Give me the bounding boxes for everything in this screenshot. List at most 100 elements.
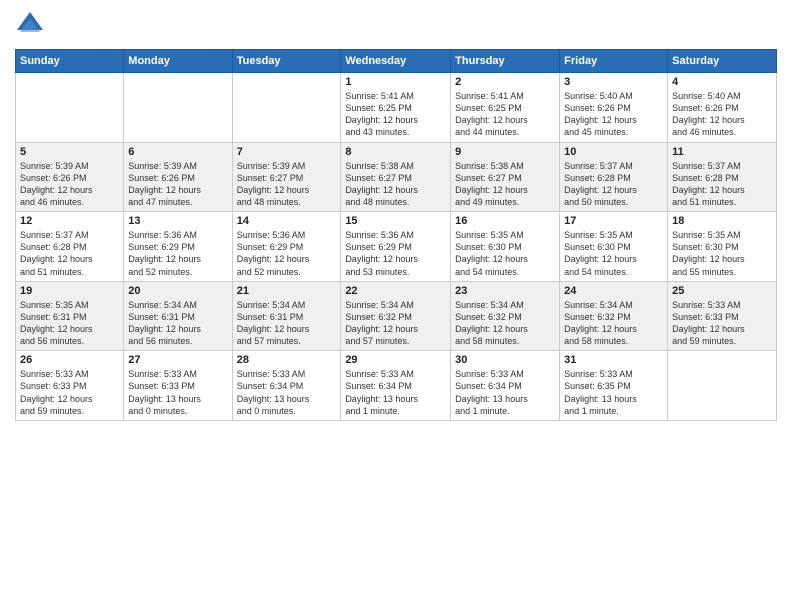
- day-info: Sunrise: 5:33 AM Sunset: 6:33 PM Dayligh…: [128, 368, 227, 417]
- day-info: Sunrise: 5:35 AM Sunset: 6:31 PM Dayligh…: [20, 299, 119, 348]
- day-info: Sunrise: 5:35 AM Sunset: 6:30 PM Dayligh…: [564, 229, 663, 278]
- day-number: 13: [128, 215, 227, 227]
- calendar-cell: 9Sunrise: 5:38 AM Sunset: 6:27 PM Daylig…: [451, 142, 560, 212]
- day-info: Sunrise: 5:34 AM Sunset: 6:32 PM Dayligh…: [455, 299, 555, 348]
- day-number: 8: [345, 146, 446, 158]
- day-number: 4: [672, 76, 772, 88]
- day-info: Sunrise: 5:38 AM Sunset: 6:27 PM Dayligh…: [345, 160, 446, 209]
- logo-icon: [15, 10, 45, 40]
- calendar-cell: 28Sunrise: 5:33 AM Sunset: 6:34 PM Dayli…: [232, 351, 341, 421]
- day-number: 31: [564, 354, 663, 366]
- day-number: 28: [237, 354, 337, 366]
- day-number: 6: [128, 146, 227, 158]
- day-info: Sunrise: 5:37 AM Sunset: 6:28 PM Dayligh…: [672, 160, 772, 209]
- day-info: Sunrise: 5:39 AM Sunset: 6:26 PM Dayligh…: [20, 160, 119, 209]
- page-container: SundayMondayTuesdayWednesdayThursdayFrid…: [0, 0, 792, 431]
- day-of-week-header: Thursday: [451, 50, 560, 73]
- calendar-week-row: 1 Sunrise: 5:41 AM Sunset: 6:25 PM Daylig…: [16, 73, 777, 143]
- day-info: Sunrise: 5:33 AM Sunset: 6:34 PM Dayligh…: [455, 368, 555, 417]
- day-number: 20: [128, 285, 227, 297]
- day-number: 1: [345, 76, 446, 88]
- day-number: 2: [455, 76, 555, 88]
- day-of-week-header: Saturday: [668, 50, 777, 73]
- day-number: 21: [237, 285, 337, 297]
- calendar-cell: 16 Sunrise: 5:35 AM Sunset: 6:30 PM Dayli…: [451, 212, 560, 282]
- day-number: 3: [564, 76, 663, 88]
- day-number: 27: [128, 354, 227, 366]
- calendar-cell: 1 Sunrise: 5:41 AM Sunset: 6:25 PM Daylig…: [341, 73, 451, 143]
- day-number: 30: [455, 354, 555, 366]
- day-number: 7: [237, 146, 337, 158]
- day-number: 5: [20, 146, 119, 158]
- header: [15, 10, 777, 45]
- day-info: Sunrise: 5:33 AM Sunset: 6:35 PM Dayligh…: [564, 368, 663, 417]
- calendar-cell: 7 Sunrise: 5:39 AM Sunset: 6:27 PM Daylig…: [232, 142, 341, 212]
- calendar-cell: 25Sunrise: 5:33 AM Sunset: 6:33 PM Dayli…: [668, 281, 777, 351]
- calendar: SundayMondayTuesdayWednesdayThursdayFrid…: [15, 49, 777, 421]
- calendar-cell: 27 Sunrise: 5:33 AM Sunset: 6:33 PM Dayli…: [124, 351, 232, 421]
- calendar-cell: 3 Sunrise: 5:40 AM Sunset: 6:26 PM Daylig…: [560, 73, 668, 143]
- day-of-week-header: Monday: [124, 50, 232, 73]
- day-of-week-header: Friday: [560, 50, 668, 73]
- calendar-body: 1 Sunrise: 5:41 AM Sunset: 6:25 PM Daylig…: [16, 73, 777, 421]
- day-info: Sunrise: 5:37 AM Sunset: 6:28 PM Dayligh…: [20, 229, 119, 278]
- day-info: Sunrise: 5:34 AM Sunset: 6:32 PM Dayligh…: [564, 299, 663, 348]
- day-info: Sunrise: 5:41 AM Sunset: 6:25 PM Dayligh…: [345, 90, 446, 139]
- day-info: Sunrise: 5:33 AM Sunset: 6:34 PM Dayligh…: [345, 368, 446, 417]
- day-info: Sunrise: 5:35 AM Sunset: 6:30 PM Dayligh…: [672, 229, 772, 278]
- day-of-week-header: Tuesday: [232, 50, 341, 73]
- calendar-cell: 17Sunrise: 5:35 AM Sunset: 6:30 PM Dayli…: [560, 212, 668, 282]
- day-number: 24: [564, 285, 663, 297]
- day-info: Sunrise: 5:36 AM Sunset: 6:29 PM Dayligh…: [237, 229, 337, 278]
- day-number: 19: [20, 285, 119, 297]
- calendar-cell: 15 Sunrise: 5:36 AM Sunset: 6:29 PM Dayli…: [341, 212, 451, 282]
- day-number: 26: [20, 354, 119, 366]
- calendar-cell: 22 Sunrise: 5:34 AM Sunset: 6:32 PM Dayli…: [341, 281, 451, 351]
- calendar-header-row: SundayMondayTuesdayWednesdayThursdayFrid…: [16, 50, 777, 73]
- day-info: Sunrise: 5:35 AM Sunset: 6:30 PM Dayligh…: [455, 229, 555, 278]
- day-info: Sunrise: 5:33 AM Sunset: 6:33 PM Dayligh…: [20, 368, 119, 417]
- calendar-cell: [124, 73, 232, 143]
- calendar-week-row: 26 Sunrise: 5:33 AM Sunset: 6:33 PM Dayli…: [16, 351, 777, 421]
- calendar-cell: 11Sunrise: 5:37 AM Sunset: 6:28 PM Dayli…: [668, 142, 777, 212]
- calendar-cell: 31 Sunrise: 5:33 AM Sunset: 6:35 PM Dayli…: [560, 351, 668, 421]
- calendar-cell: 8 Sunrise: 5:38 AM Sunset: 6:27 PM Daylig…: [341, 142, 451, 212]
- day-info: Sunrise: 5:36 AM Sunset: 6:29 PM Dayligh…: [345, 229, 446, 278]
- calendar-cell: [16, 73, 124, 143]
- calendar-cell: [668, 351, 777, 421]
- day-number: 9: [455, 146, 555, 158]
- day-info: Sunrise: 5:40 AM Sunset: 6:26 PM Dayligh…: [672, 90, 772, 139]
- day-info: Sunrise: 5:33 AM Sunset: 6:33 PM Dayligh…: [672, 299, 772, 348]
- day-of-week-header: Wednesday: [341, 50, 451, 73]
- day-number: 12: [20, 215, 119, 227]
- calendar-cell: 2 Sunrise: 5:41 AM Sunset: 6:25 PM Daylig…: [451, 73, 560, 143]
- calendar-cell: 10Sunrise: 5:37 AM Sunset: 6:28 PM Dayli…: [560, 142, 668, 212]
- calendar-cell: 12 Sunrise: 5:37 AM Sunset: 6:28 PM Dayli…: [16, 212, 124, 282]
- day-info: Sunrise: 5:39 AM Sunset: 6:26 PM Dayligh…: [128, 160, 227, 209]
- calendar-cell: 29 Sunrise: 5:33 AM Sunset: 6:34 PM Dayli…: [341, 351, 451, 421]
- day-number: 16: [455, 215, 555, 227]
- calendar-cell: 4 Sunrise: 5:40 AM Sunset: 6:26 PM Daylig…: [668, 73, 777, 143]
- calendar-week-row: 5 Sunrise: 5:39 AM Sunset: 6:26 PM Daylig…: [16, 142, 777, 212]
- calendar-week-row: 12 Sunrise: 5:37 AM Sunset: 6:28 PM Dayli…: [16, 212, 777, 282]
- day-info: Sunrise: 5:36 AM Sunset: 6:29 PM Dayligh…: [128, 229, 227, 278]
- day-of-week-header: Sunday: [16, 50, 124, 73]
- calendar-cell: 18Sunrise: 5:35 AM Sunset: 6:30 PM Dayli…: [668, 212, 777, 282]
- day-number: 29: [345, 354, 446, 366]
- calendar-cell: 5 Sunrise: 5:39 AM Sunset: 6:26 PM Daylig…: [16, 142, 124, 212]
- day-number: 22: [345, 285, 446, 297]
- day-number: 14: [237, 215, 337, 227]
- day-number: 23: [455, 285, 555, 297]
- day-info: Sunrise: 5:40 AM Sunset: 6:26 PM Dayligh…: [564, 90, 663, 139]
- day-info: Sunrise: 5:34 AM Sunset: 6:32 PM Dayligh…: [345, 299, 446, 348]
- calendar-cell: 6 Sunrise: 5:39 AM Sunset: 6:26 PM Daylig…: [124, 142, 232, 212]
- calendar-week-row: 19 Sunrise: 5:35 AM Sunset: 6:31 PM Dayli…: [16, 281, 777, 351]
- calendar-cell: 24 Sunrise: 5:34 AM Sunset: 6:32 PM Dayli…: [560, 281, 668, 351]
- day-number: 15: [345, 215, 446, 227]
- calendar-cell: 20Sunrise: 5:34 AM Sunset: 6:31 PM Dayli…: [124, 281, 232, 351]
- calendar-cell: 26 Sunrise: 5:33 AM Sunset: 6:33 PM Dayli…: [16, 351, 124, 421]
- logo: [15, 10, 49, 45]
- day-info: Sunrise: 5:37 AM Sunset: 6:28 PM Dayligh…: [564, 160, 663, 209]
- day-info: Sunrise: 5:41 AM Sunset: 6:25 PM Dayligh…: [455, 90, 555, 139]
- day-info: Sunrise: 5:39 AM Sunset: 6:27 PM Dayligh…: [237, 160, 337, 209]
